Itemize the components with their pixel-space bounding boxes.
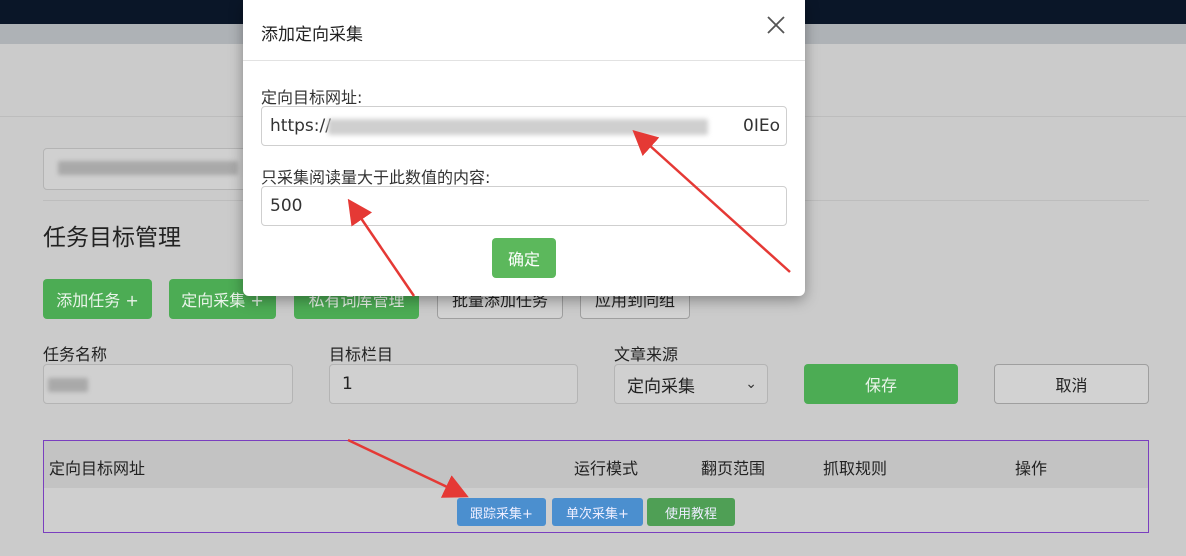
track-collect-button[interactable]: 跟踪采集+	[457, 498, 546, 526]
article-source-select[interactable]: 定向采集 ⌄	[614, 364, 768, 404]
modal-header-divider	[243, 60, 805, 61]
redacted-url	[328, 119, 708, 135]
save-button[interactable]: 保存	[804, 364, 958, 404]
modal-title: 添加定向采集	[261, 25, 363, 45]
site-selector[interactable]	[43, 148, 275, 190]
target-url-tail: 0IEo	[743, 116, 780, 136]
target-url-table: 定向目标网址 运行模式 翻页范围 抓取规则 操作 跟踪采集+ 单次采集+ 使用教…	[43, 440, 1149, 533]
col-fetch-rule: 抓取规则	[823, 459, 888, 478]
article-source-label: 文章来源	[614, 345, 679, 364]
target-url-value: https://	[270, 116, 331, 136]
confirm-button[interactable]: 确定	[492, 238, 556, 278]
chevron-down-icon: ⌄	[745, 376, 757, 392]
target-column-input[interactable]: 1	[329, 364, 578, 404]
cancel-button[interactable]: 取消	[994, 364, 1149, 404]
col-target-url: 定向目标网址	[49, 459, 146, 478]
task-name-input[interactable]	[43, 364, 293, 404]
threshold-label: 只采集阅读量大于此数值的内容:	[261, 168, 491, 187]
add-directed-collect-modal: 添加定向采集 定向目标网址: https:// 0IEo 只采集阅读量大于此数值…	[243, 0, 805, 296]
read-count-threshold-input[interactable]: 500	[261, 186, 787, 226]
target-column-label: 目标栏目	[329, 345, 394, 364]
add-task-button[interactable]: 添加任务 +	[43, 279, 152, 319]
target-url-label: 定向目标网址:	[261, 88, 363, 107]
col-run-mode: 运行模式	[574, 459, 639, 478]
close-icon[interactable]	[763, 12, 789, 38]
target-url-input[interactable]: https:// 0IEo	[261, 106, 787, 146]
col-actions: 操作	[1015, 459, 1048, 478]
task-name-label: 任务名称	[43, 345, 108, 364]
section-title: 任务目标管理	[43, 225, 181, 251]
tutorial-button[interactable]: 使用教程	[647, 498, 735, 526]
article-source-value: 定向采集	[627, 376, 695, 397]
redacted-site-name	[58, 161, 238, 175]
single-collect-button[interactable]: 单次采集+	[552, 498, 643, 526]
redacted-task-name	[48, 378, 88, 392]
col-page-range: 翻页范围	[701, 459, 766, 478]
